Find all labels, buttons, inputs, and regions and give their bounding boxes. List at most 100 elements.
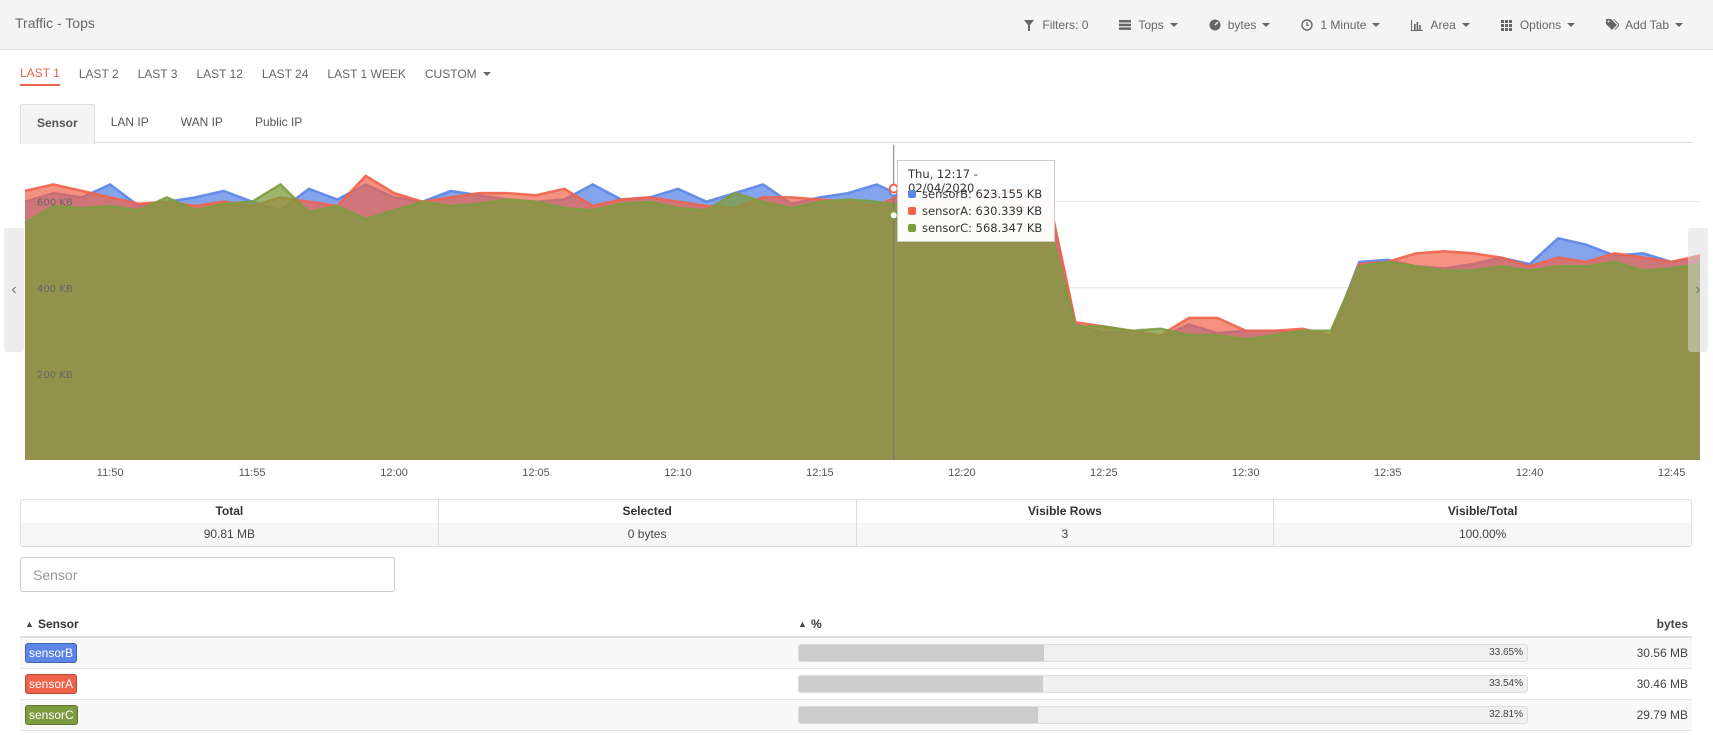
tooltip-row: sensorC: 568.347 KB [908,219,1044,236]
tooltip-value: 568.347 KB [975,220,1043,235]
column-label: Sensor [38,617,79,631]
summary-stats: Total 90.81 MB Selected 0 bytes Visible Ro… [20,499,1692,547]
chart-areas [24,174,1701,461]
sensor-badge[interactable]: sensorC [25,705,78,725]
area-sensorC [25,184,1700,460]
y-tick-label: 400 KB [37,284,73,295]
sensor-search-input[interactable] [20,557,395,592]
sensor-table: ▲︎ Sensor ▲︎% bytes sensorB 33.65% 30.56 … [20,612,1692,731]
chevron-down-icon [1372,23,1381,27]
stat-value: 0 bytes [438,523,856,546]
page-title: Traffic - Tops [15,15,95,31]
sensor-badge[interactable]: sensorA [25,674,78,694]
grid-icon [1500,19,1514,31]
toolbar: Filters: 0 Tops bytes 1 Minute Area Opti… [1022,0,1713,50]
y-tick-label: 600 KB [37,198,73,209]
tooltip-row: sensorA: 630.339 KB [908,202,1044,219]
percent-bar: 32.81% [798,706,1528,724]
chart-type-dropdown[interactable]: Area [1410,18,1470,32]
top-bar: Traffic - Tops Filters: 0 Tops bytes 1 M… [0,0,1713,50]
sensor-badge[interactable]: sensorB [25,643,78,663]
bytes-value: 29.79 MB [1636,708,1688,722]
chevron-down-icon [1567,23,1576,27]
tooltip-value: 623.155 KB [975,186,1043,201]
tooltip-timestamp: Thu, 12:17 - 02/04/2020 [908,167,978,195]
filter-icon [1022,19,1036,31]
tops-dropdown[interactable]: Tops [1118,18,1178,32]
chart-tooltip: Thu, 12:17 - 02/04/2020 sensorB: 623.155… [897,160,1055,242]
list-icon [1118,19,1132,31]
stat-value: 3 [856,523,1274,546]
range-last-1-week[interactable]: LAST 1 WEEK [327,66,405,86]
time-range-selector: LAST 1 LAST 2 LAST 3 LAST 12 LAST 24 LAS… [20,66,510,86]
x-tick-label: 12:20 [948,467,976,479]
chevron-down-icon [1169,23,1178,27]
unit-dropdown[interactable]: bytes [1208,18,1271,32]
chevron-down-icon [1675,23,1683,27]
x-tick-label: 12:40 [1516,467,1544,479]
range-last-24[interactable]: LAST 24 [262,66,308,86]
chart-prev-button[interactable]: ‹ [4,228,24,352]
percent-bar-fill [799,676,1044,692]
range-last-2[interactable]: LAST 2 [79,66,119,86]
column-header-sensor[interactable]: ▲︎ Sensor [20,617,798,631]
tab-wan-ip[interactable]: WAN IP [165,104,239,143]
range-last-1[interactable]: LAST 1 [20,66,60,86]
range-custom[interactable]: CUSTOM [425,66,491,86]
column-header-percent[interactable]: ▲︎% [798,617,1538,631]
add-tab-label: Add Tab [1625,18,1669,32]
range-last-12[interactable]: LAST 12 [196,66,242,86]
chart-next-button[interactable]: › [1688,228,1708,352]
tooltip-series: sensorB [922,186,968,201]
stat-label: Total [215,504,244,518]
table-row[interactable]: sensorA 33.54% 30.46 MB [20,669,1692,700]
table-row[interactable]: sensorB 33.65% 30.56 MB [20,638,1692,669]
tab-lan-ip[interactable]: LAN IP [95,104,165,143]
table-header: ▲︎ Sensor ▲︎% bytes [20,612,1692,638]
clock-icon [1300,19,1314,31]
range-custom-label: CUSTOM [424,67,477,81]
tooltip-series: sensorC [922,220,969,235]
stat-visible-rows: Visible Rows 3 [856,500,1275,546]
tooltip-value: 630.339 KB [975,203,1043,218]
column-header-bytes: bytes [1656,617,1688,631]
legend-dot-icon [908,189,916,198]
options-dropdown[interactable]: Options [1500,18,1576,32]
stat-label: Visible/Total [1447,504,1518,518]
stat-visible-total: Visible/Total 100.00% [1274,500,1691,546]
percent-bar-fill [799,645,1044,661]
x-tick-label: 12:45 [1658,467,1686,479]
stat-value: 90.81 MB [21,523,438,546]
tab-public-ip[interactable]: Public IP [239,104,318,143]
chevron-down-icon [1262,23,1271,27]
stat-value: 100.00% [1274,523,1691,546]
tooltip-series: sensorA [922,203,968,218]
table-row[interactable]: sensorC 32.81% 29.79 MB [20,700,1692,731]
traffic-area-chart[interactable]: 200 KB 400 KB 600 KB 11:50 11:55 12:00 12:05 1… [0,145,1713,485]
stat-label: Selected [622,504,672,518]
x-tick-label: 11:55 [239,467,266,479]
interval-label: 1 Minute [1320,18,1367,32]
dimension-tabs: Sensor LAN IP WAN IP Public IP [20,104,1693,144]
x-tick-label: 12:00 [380,467,408,479]
tab-sensor[interactable]: Sensor [20,104,95,144]
x-tick-label: 12:15 [806,467,834,479]
filters-button[interactable]: Filters: 0 [1022,18,1088,32]
range-last-3[interactable]: LAST 3 [138,66,178,86]
x-tick-label: 12:25 [1090,467,1118,479]
add-tab-dropdown[interactable]: Add Tab [1605,18,1683,32]
options-label: Options [1519,18,1562,32]
bytes-value: 30.56 MB [1636,646,1688,660]
column-label: % [811,617,822,631]
filters-label: Filters: 0 [1042,18,1089,32]
percent-label: 33.65% [1489,647,1523,658]
percent-label: 32.81% [1489,709,1523,720]
tags-icon [1605,19,1619,31]
percent-bar: 33.65% [798,644,1528,662]
percent-bar: 33.54% [798,675,1528,693]
interval-dropdown[interactable]: 1 Minute [1300,18,1381,32]
x-tick-label: 12:10 [664,467,692,479]
percent-label: 33.54% [1489,678,1523,689]
chart-type-label: Area [1430,18,1456,32]
stat-selected: Selected 0 bytes [438,500,857,546]
